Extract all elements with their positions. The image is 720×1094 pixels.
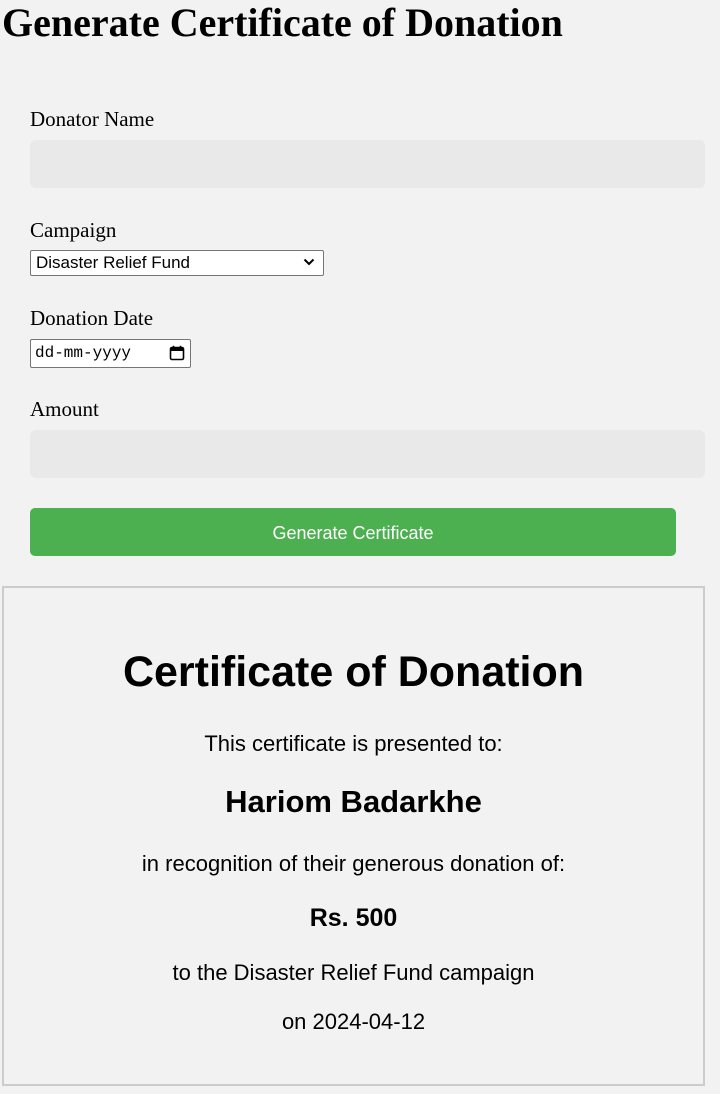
certificate-date-text: on 2024-04-12 (281, 1009, 426, 1034)
certificate-panel: Certificate of Donation This certificate… (2, 586, 705, 1086)
certificate-campaign-text: to the Disaster Relief Fund campaign (172, 960, 535, 985)
page-title: Generate Certificate of Donation (2, 0, 563, 45)
donation-date-input[interactable]: dd-mm-yyyy (30, 339, 191, 368)
donation-date-label: Donation Date (30, 306, 154, 330)
chevron-down-icon (303, 258, 315, 266)
campaign-label: Campaign (30, 218, 117, 242)
amount-label: Amount (30, 397, 99, 421)
amount-input[interactable] (30, 430, 705, 478)
campaign-select[interactable]: Disaster Relief Fund (30, 250, 324, 276)
certificate-recipient-name: Hariom Badarkhe (225, 784, 482, 819)
calendar-icon[interactable] (169, 345, 185, 361)
donator-name-input[interactable] (30, 140, 705, 188)
generate-certificate-button[interactable]: Generate Certificate (30, 508, 676, 556)
donation-date-placeholder: dd-mm-yyyy (35, 344, 132, 362)
donator-name-label: Donator Name (30, 107, 155, 131)
certificate-recognition-text: in recognition of their generous donatio… (141, 851, 566, 876)
campaign-selected-value: Disaster Relief Fund (36, 253, 191, 272)
certificate-amount: Rs. 500 (309, 904, 398, 932)
certificate-title: Certificate of Donation (122, 648, 585, 696)
certificate-presented-text: This certificate is presented to: (204, 731, 503, 756)
